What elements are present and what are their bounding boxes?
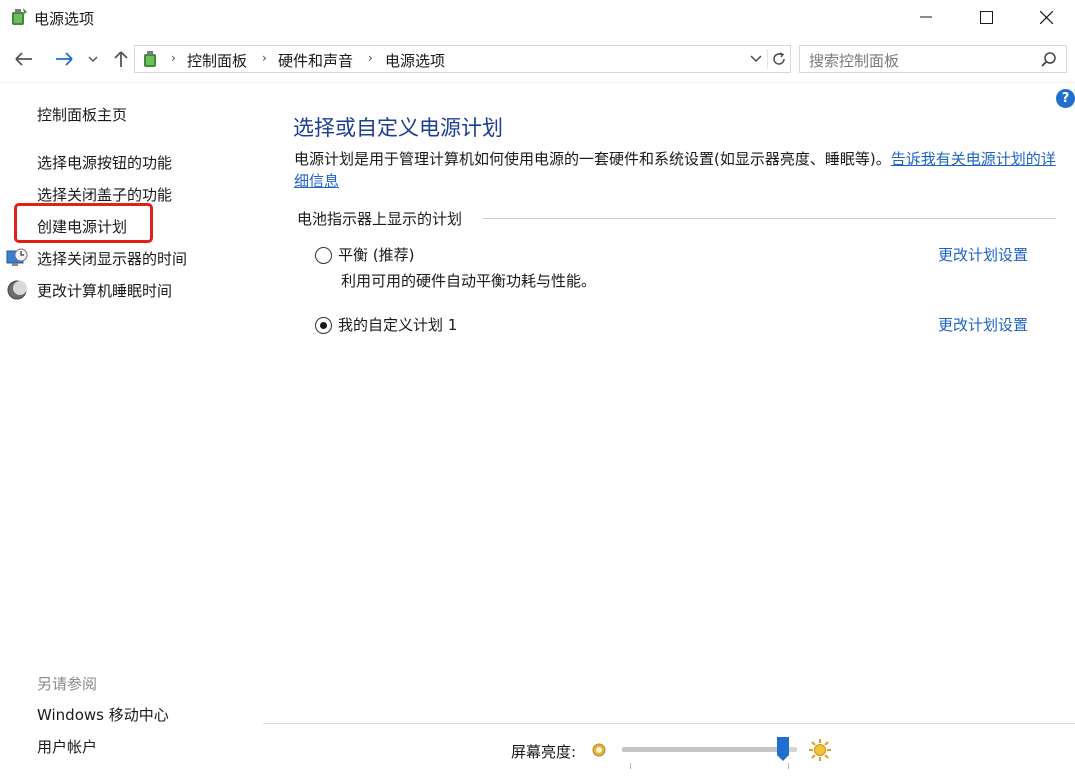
page-title: 选择或自定义电源计划 xyxy=(293,116,503,140)
breadcrumb-control-panel[interactable]: 控制面板 xyxy=(187,50,247,71)
slider-tick xyxy=(788,763,789,769)
close-button[interactable] xyxy=(1016,0,1075,34)
arrow-right-icon xyxy=(56,52,73,66)
plan-description-balanced: 利用可用的硬件自动平衡功耗与性能。 xyxy=(341,272,597,290)
bottom-divider xyxy=(263,723,1075,724)
brightness-slider[interactable] xyxy=(622,747,797,752)
window-title: 电源选项 xyxy=(34,10,95,28)
monitor-clock-icon xyxy=(6,248,28,266)
power-options-icon xyxy=(144,51,156,67)
plan-radio-balanced[interactable] xyxy=(315,247,332,264)
highlight-annotation-box xyxy=(14,203,153,243)
bright-sun-icon xyxy=(809,739,831,761)
chevron-down-icon xyxy=(88,56,98,63)
sidebar-link-mobility-center[interactable]: Windows 移动中心 xyxy=(37,704,169,725)
minimize-icon xyxy=(920,16,932,18)
back-button[interactable] xyxy=(12,47,36,71)
breadcrumb-hardware-sound[interactable]: 硬件和声音 xyxy=(278,50,353,71)
refresh-icon xyxy=(772,52,785,65)
search-box[interactable]: 搜索控制面板 xyxy=(799,45,1067,73)
search-input[interactable]: 搜索控制面板 xyxy=(809,50,899,71)
minimize-button[interactable] xyxy=(896,0,956,34)
page-description: 电源计划是用于管理计算机如何使用电源的一套硬件和系统设置(如显示器亮度、睡眠等)… xyxy=(294,148,1059,192)
up-button[interactable] xyxy=(109,47,133,71)
section-divider xyxy=(483,218,1056,219)
close-icon xyxy=(1039,10,1053,24)
plan-name-custom[interactable]: 我的自定义计划 1 xyxy=(338,314,457,335)
brightness-slider-fill xyxy=(622,747,783,752)
brightness-label: 屏幕亮度: xyxy=(511,743,577,761)
arrow-up-icon xyxy=(114,51,128,67)
search-icon[interactable] xyxy=(1040,51,1058,69)
recent-locations-button[interactable] xyxy=(84,47,102,71)
breadcrumb-separator-icon: › xyxy=(368,51,373,65)
description-text: 电源计划是用于管理计算机如何使用电源的一套硬件和系统设置(如显示器亮度、睡眠等)… xyxy=(294,150,891,168)
sidebar-link-close-lid[interactable]: 选择关闭盖子的功能 xyxy=(37,184,172,205)
sidebar-link-user-accounts[interactable]: 用户帐户 xyxy=(37,736,97,757)
dim-sun-icon xyxy=(592,743,606,757)
toolbar-divider xyxy=(0,82,1075,83)
plan-radio-custom[interactable] xyxy=(315,317,332,334)
maximize-icon xyxy=(979,10,993,24)
sidebar-link-display-off[interactable]: 选择关闭显示器的时间 xyxy=(37,248,187,269)
help-icon[interactable]: ? xyxy=(1056,89,1075,108)
change-plan-settings-custom[interactable]: 更改计划设置 xyxy=(938,314,1028,335)
chevron-down-icon xyxy=(750,55,762,62)
breadcrumb-power-options[interactable]: 电源选项 xyxy=(385,50,445,71)
sidebar-link-power-button[interactable]: 选择电源按钮的功能 xyxy=(37,152,172,173)
section-heading: 电池指示器上显示的计划 xyxy=(297,210,463,228)
title-bar: 电源选项 xyxy=(0,0,1075,36)
power-options-app-icon xyxy=(12,8,27,25)
maximize-button[interactable] xyxy=(956,0,1016,34)
address-bar[interactable]: › 控制面板 › 硬件和声音 › 电源选项 xyxy=(134,45,791,73)
change-plan-settings-balanced[interactable]: 更改计划设置 xyxy=(938,244,1028,265)
moon-icon xyxy=(7,280,27,300)
refresh-button[interactable] xyxy=(767,49,789,69)
radio-selected-dot xyxy=(320,322,327,329)
arrow-left-icon xyxy=(15,52,32,66)
address-dropdown-button[interactable] xyxy=(746,49,766,69)
sidebar-home-link[interactable]: 控制面板主页 xyxy=(37,104,127,125)
plan-name-balanced[interactable]: 平衡 (推荐) xyxy=(338,244,414,265)
breadcrumb-separator-icon: › xyxy=(171,51,176,65)
brightness-slider-thumb[interactable] xyxy=(776,736,790,762)
breadcrumb-separator-icon: › xyxy=(262,51,267,65)
forward-button[interactable] xyxy=(52,47,76,71)
see-also-heading: 另请参阅 xyxy=(37,675,98,693)
slider-tick xyxy=(630,763,631,769)
sidebar-link-sleep-time[interactable]: 更改计算机睡眠时间 xyxy=(37,280,172,301)
